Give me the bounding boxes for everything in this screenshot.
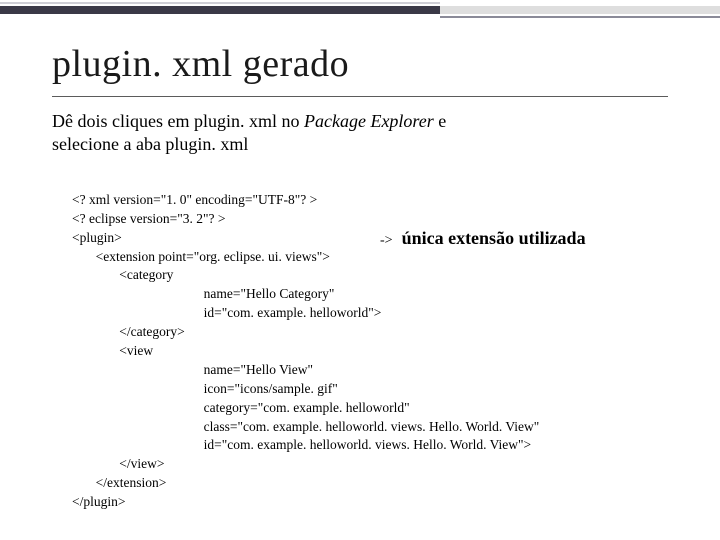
annotation-label: única extensão utilizada (402, 228, 586, 248)
code-line: id="com. example. helloworld. views. Hel… (72, 437, 531, 452)
code-line: id="com. example. helloworld"> (72, 305, 381, 320)
accent-thin-left (0, 2, 440, 4)
intro-line-1: Dê dois cliques em plugin. xml no Packag… (52, 110, 672, 133)
code-line: </extension> (72, 475, 166, 490)
code-line: <? eclipse version="3. 2"? > (72, 211, 225, 226)
title-divider (52, 96, 668, 97)
accent-dark (0, 6, 440, 14)
extension-annotation: -> única extensão utilizada (380, 228, 586, 249)
code-line: </plugin> (72, 494, 125, 509)
code-line: <category (72, 267, 173, 282)
slide-title: plugin. xml gerado (52, 42, 349, 86)
arrow-icon: -> (380, 233, 393, 248)
code-line: <extension point="org. eclipse. ui. view… (72, 249, 330, 264)
slide: plugin. xml gerado Dê dois cliques em pl… (0, 0, 720, 540)
accent-thin-right (440, 16, 720, 18)
code-line: icon="icons/sample. gif" (72, 381, 338, 396)
intro-line-2: selecione a aba plugin. xml (52, 133, 672, 156)
code-line: </view> (72, 456, 164, 471)
intro-1b: e (434, 111, 447, 131)
accent-light (440, 6, 720, 14)
code-line: name="Hello Category" (72, 286, 334, 301)
code-line: class="com. example. helloworld. views. … (72, 419, 539, 434)
code-line: <? xml version="1. 0" encoding="UTF-8"? … (72, 192, 317, 207)
code-block: <? xml version="1. 0" encoding="UTF-8"? … (72, 172, 539, 531)
code-line: <view (72, 343, 153, 358)
code-line: <plugin> (72, 230, 122, 245)
package-explorer-label: Package Explorer (304, 111, 434, 131)
code-line: </category> (72, 324, 185, 339)
intro-1a: Dê dois cliques em plugin. xml no (52, 111, 304, 131)
code-line: category="com. example. helloworld" (72, 400, 410, 415)
body-text: Dê dois cliques em plugin. xml no Packag… (52, 110, 672, 155)
code-line: name="Hello View" (72, 362, 313, 377)
top-accent-bar (0, 0, 720, 22)
